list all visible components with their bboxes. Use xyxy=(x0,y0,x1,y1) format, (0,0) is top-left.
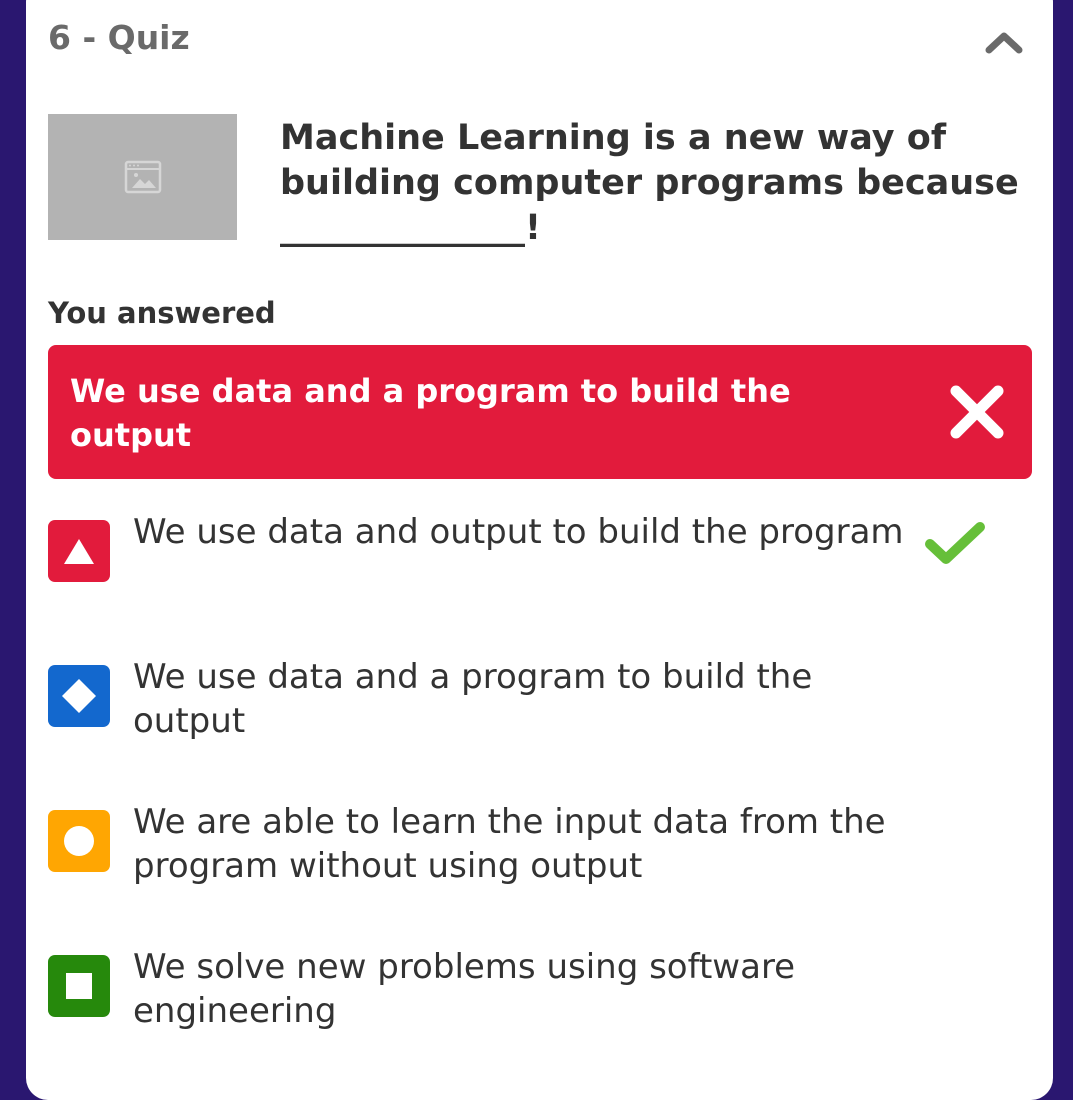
selected-answer-text: We use data and a program to build the o… xyxy=(70,372,791,454)
option-badge-blue xyxy=(48,665,110,727)
collapse-button[interactable] xyxy=(978,20,1030,64)
option-label: We are able to learn the input data from… xyxy=(133,802,886,886)
option-label: We use data and a program to build the o… xyxy=(133,657,813,741)
option-badge-green xyxy=(48,955,110,1017)
option-label: We solve new problems using software eng… xyxy=(133,947,796,1031)
answer-option-3[interactable]: We are able to learn the input data from… xyxy=(48,800,1032,892)
chevron-up-icon xyxy=(985,32,1023,54)
selected-answer-box: We use data and a program to build the o… xyxy=(48,345,1032,479)
answer-option-2[interactable]: We use data and a program to build the o… xyxy=(48,655,1032,747)
diamond-icon xyxy=(62,679,96,713)
option-label: We use data and output to build the prog… xyxy=(133,512,904,552)
question-image xyxy=(48,114,237,240)
correct-check-icon xyxy=(925,522,985,564)
answer-option-4[interactable]: We solve new problems using software eng… xyxy=(48,945,1032,1037)
square-icon xyxy=(66,973,92,999)
option-badge-yellow xyxy=(48,810,110,872)
circle-icon xyxy=(64,826,94,856)
incorrect-x-icon xyxy=(950,385,1004,439)
question-text: Machine Learning is a new way of buildin… xyxy=(280,118,1019,248)
triangle-icon xyxy=(64,539,94,564)
quiz-title: 6 - Quiz xyxy=(48,18,190,57)
you-answered-label: You answered xyxy=(48,296,276,330)
option-badge-red xyxy=(48,520,110,582)
answer-option-1[interactable]: We use data and output to build the prog… xyxy=(48,510,1032,602)
image-placeholder-icon xyxy=(124,160,161,194)
